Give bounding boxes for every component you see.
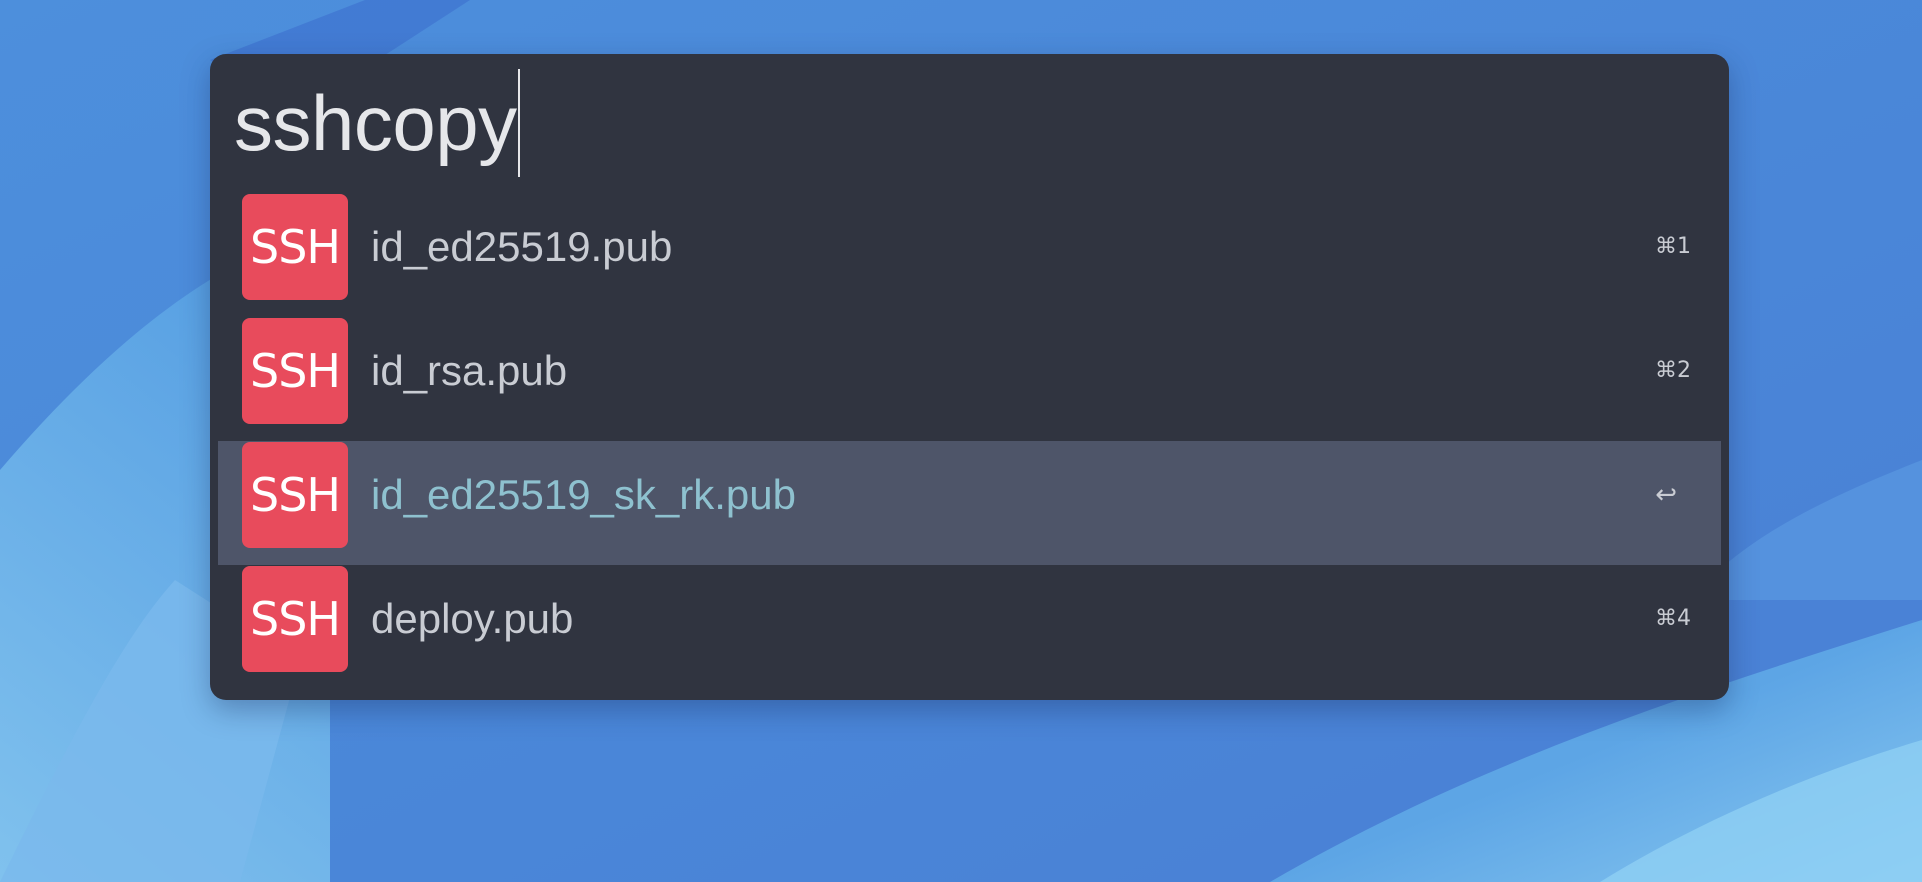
result-row-selected[interactable]: SSH id_ed25519_sk_rk.pub ↩: [218, 441, 1721, 565]
search-field[interactable]: sshcopy: [234, 68, 520, 178]
ssh-key-icon: SSH: [242, 318, 348, 424]
result-row[interactable]: SSH id_rsa.pub ⌘2: [218, 317, 1721, 441]
search-query-text[interactable]: sshcopy: [234, 68, 517, 178]
ssh-key-icon: SSH: [242, 194, 348, 300]
launcher-panel: sshcopy SSH id_ed25519.pub ⌘1 SSH id_rsa…: [210, 54, 1729, 700]
results-list: SSH id_ed25519.pub ⌘1 SSH id_rsa.pub ⌘2 …: [218, 193, 1721, 689]
text-caret: [517, 69, 520, 177]
ssh-key-icon: SSH: [242, 442, 348, 548]
result-row[interactable]: SSH deploy.pub ⌘4: [218, 565, 1721, 689]
shortcut-hint: ⌘4: [1655, 606, 1691, 631]
shortcut-hint: ⌘1: [1655, 234, 1691, 259]
result-row[interactable]: SSH id_ed25519.pub ⌘1: [218, 193, 1721, 317]
ssh-key-icon: SSH: [242, 566, 348, 672]
return-key-icon: ↩: [1655, 480, 1677, 510]
result-label: id_ed25519_sk_rk.pub: [371, 471, 797, 518]
result-label: id_ed25519.pub: [371, 223, 673, 270]
result-label: id_rsa.pub: [371, 347, 568, 394]
shortcut-hint: ⌘2: [1655, 358, 1691, 383]
result-label: deploy.pub: [371, 595, 574, 642]
